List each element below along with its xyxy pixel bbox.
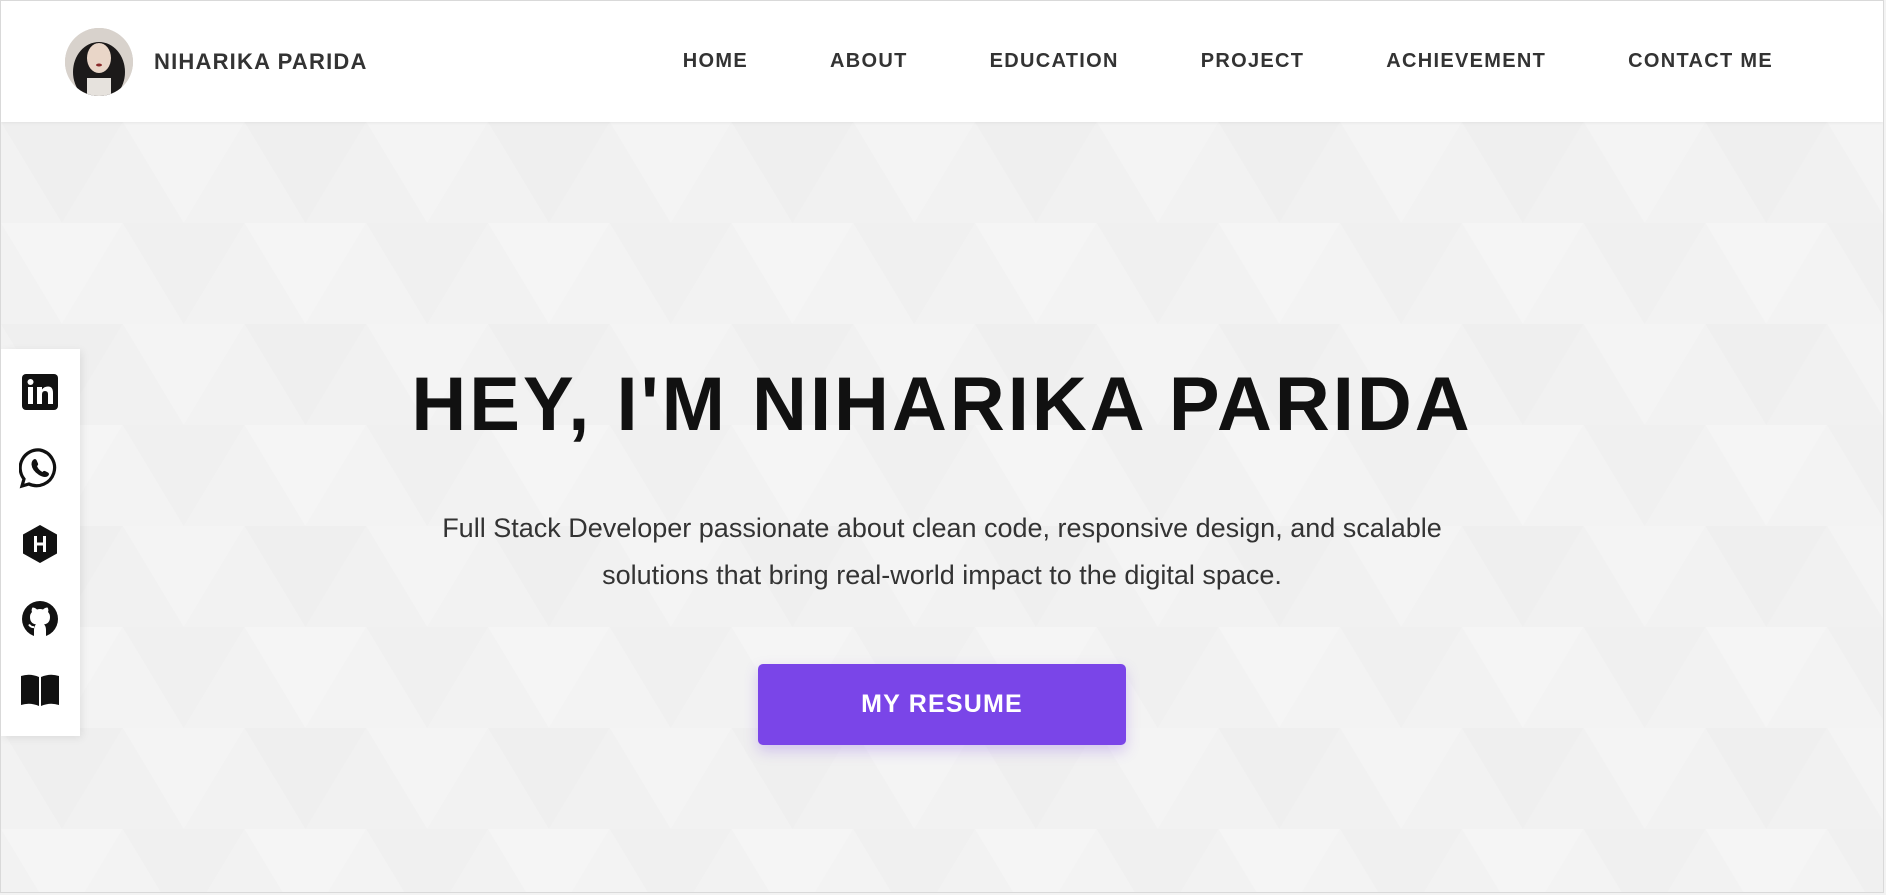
hero-title: HEY, I'M NIHARIKA PARIDA	[411, 362, 1473, 447]
main-nav: HOME ABOUT EDUCATION PROJECT ACHIEVEMENT…	[683, 50, 1773, 73]
linkedin-link[interactable]	[19, 371, 61, 413]
profile-photo-icon	[65, 28, 133, 96]
brand[interactable]: NIHARIKA PARIDA	[65, 28, 368, 96]
hero-subtitle: Full Stack Developer passionate about cl…	[422, 505, 1462, 599]
nav-contact-me[interactable]: CONTACT ME	[1628, 50, 1773, 73]
hero-subtitle-line-2: solutions that bring real-world impact t…	[602, 560, 1282, 590]
avatar	[65, 28, 133, 96]
github-link[interactable]	[19, 598, 61, 640]
whatsapp-icon	[19, 448, 57, 489]
nav-about[interactable]: ABOUT	[830, 50, 908, 73]
social-sidebar	[1, 349, 80, 736]
hero-section: HEY, I'M NIHARIKA PARIDA Full Stack Deve…	[1, 122, 1883, 892]
github-icon	[22, 601, 58, 637]
book-icon	[21, 674, 59, 706]
hashnode-icon	[23, 525, 57, 563]
hero-subtitle-line-1: Full Stack Developer passionate about cl…	[442, 513, 1442, 543]
nav-achievement[interactable]: ACHIEVEMENT	[1386, 50, 1546, 73]
site-header: NIHARIKA PARIDA HOME ABOUT EDUCATION PRO…	[1, 1, 1883, 122]
linkedin-icon	[22, 374, 58, 410]
my-resume-button[interactable]: MY RESUME	[758, 664, 1126, 745]
hashnode-link[interactable]	[19, 523, 61, 565]
page: NIHARIKA PARIDA HOME ABOUT EDUCATION PRO…	[0, 0, 1884, 893]
blog-link[interactable]	[19, 669, 61, 711]
nav-home[interactable]: HOME	[683, 50, 748, 73]
brand-name: NIHARIKA PARIDA	[154, 49, 368, 74]
nav-project[interactable]: PROJECT	[1201, 50, 1305, 73]
nav-education[interactable]: EDUCATION	[990, 50, 1119, 73]
whatsapp-link[interactable]	[19, 447, 61, 489]
